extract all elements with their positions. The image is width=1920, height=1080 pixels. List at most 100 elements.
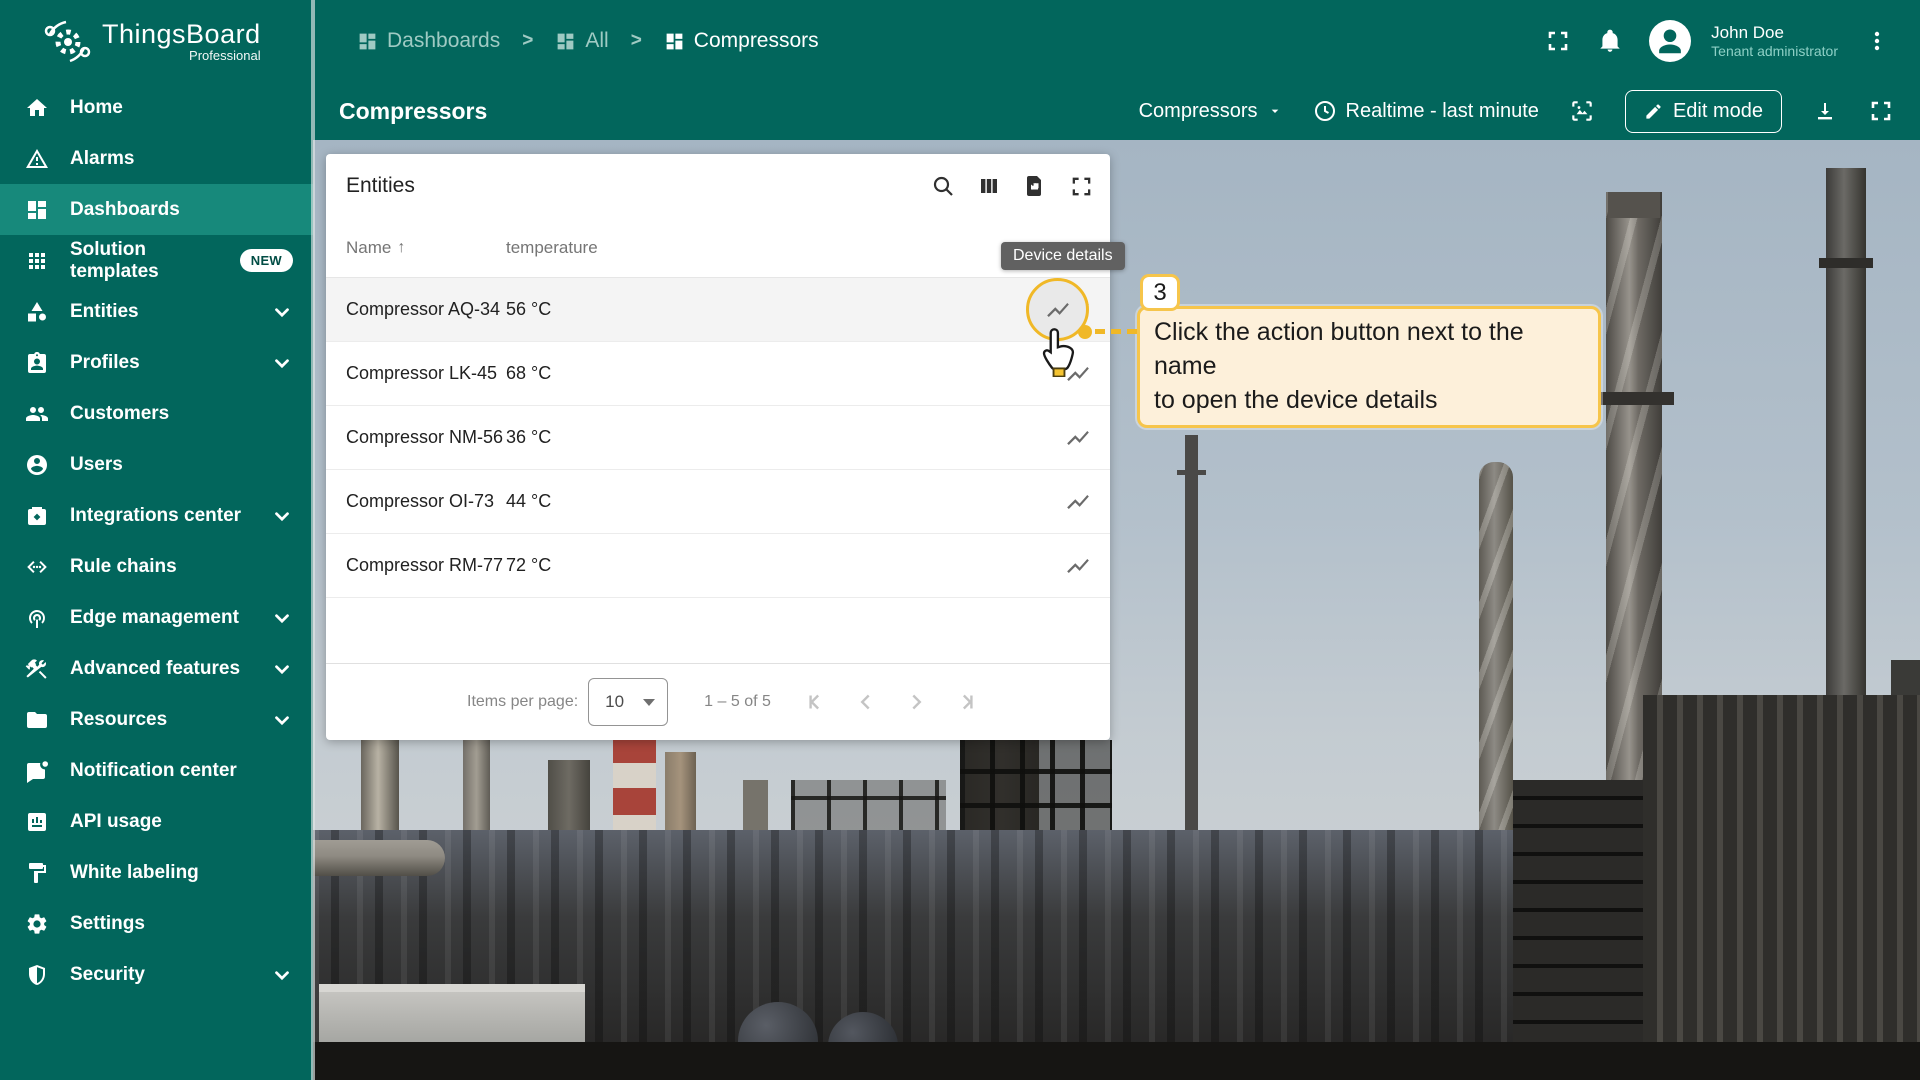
sidebar-item-label: Profiles xyxy=(70,352,140,374)
sidebar-item-label: Dashboards xyxy=(70,199,180,221)
download-icon xyxy=(1813,99,1837,123)
chart-line-icon xyxy=(1065,425,1091,451)
download-dashboard-button[interactable] xyxy=(1812,98,1838,124)
user-avatar[interactable] xyxy=(1649,20,1691,62)
temperature-cell: 36 °C xyxy=(506,427,551,448)
sidebar-item-label: Entities xyxy=(70,301,139,323)
more-menu-button[interactable] xyxy=(1864,28,1890,54)
breadcrumb-separator: > xyxy=(631,30,642,52)
sidebar-item-home[interactable]: Home xyxy=(0,82,313,133)
device-details-action-button[interactable] xyxy=(1058,482,1098,522)
table-row[interactable]: Compressor LK-45 68 °C xyxy=(326,342,1110,406)
sidebar-item-api-usage[interactable]: API usage xyxy=(0,796,313,847)
home-icon xyxy=(25,96,49,120)
sidebar-item-integrations-center[interactable]: Integrations center xyxy=(0,490,313,541)
device-details-action-button[interactable] xyxy=(1058,418,1098,458)
shapes-icon xyxy=(25,300,49,324)
pencil-icon xyxy=(1644,102,1663,121)
columns-button[interactable] xyxy=(976,173,1002,199)
previous-page-button[interactable] xyxy=(853,689,879,715)
chevron-right-icon xyxy=(903,689,929,715)
sort-asc-icon: ↑ xyxy=(397,239,405,257)
photo-pipe xyxy=(313,840,445,876)
logo-text: ThingsBoard Professional xyxy=(102,19,261,63)
sidebar-item-notification-center[interactable]: Notification center xyxy=(0,745,313,796)
sidebar-item-resources[interactable]: Resources xyxy=(0,694,313,745)
user-info: John Doe Tenant administrator xyxy=(1711,22,1838,61)
timewindow-button[interactable]: Realtime - last minute xyxy=(1313,99,1539,123)
temperature-cell: 56 °C xyxy=(506,299,551,320)
fullscreen-button[interactable] xyxy=(1545,28,1571,54)
export-button[interactable] xyxy=(1022,173,1048,199)
sidebar-item-label: Resources xyxy=(70,709,167,731)
table-row[interactable]: Compressor AQ-34 56 °C xyxy=(326,278,1110,342)
column-label: Name xyxy=(346,238,391,258)
search-icon xyxy=(931,174,955,198)
thingsboard-logo-icon xyxy=(40,14,94,68)
sidebar-item-rule-chains[interactable]: Rule chains xyxy=(0,541,313,592)
photo-chimney-platform xyxy=(1594,392,1674,405)
column-label: temperature xyxy=(506,238,598,257)
chevron-down-icon xyxy=(643,699,655,706)
widget-actions xyxy=(930,173,1094,199)
device-details-action-button[interactable] xyxy=(1058,546,1098,586)
notifications-button[interactable] xyxy=(1597,28,1623,54)
file-export-icon xyxy=(1023,174,1047,198)
table-row[interactable]: Compressor RM-77 72 °C xyxy=(326,534,1110,598)
more-vert-icon xyxy=(1865,29,1889,53)
last-page-button[interactable] xyxy=(953,689,979,715)
column-header-name[interactable]: Name ↑ xyxy=(326,238,506,258)
sidebar-item-label: Advanced features xyxy=(70,658,240,680)
page-size-select[interactable]: 10 xyxy=(588,678,668,726)
dashboard-fullscreen-button[interactable] xyxy=(1868,98,1894,124)
antenna-icon xyxy=(25,606,49,630)
content-scrollbar[interactable] xyxy=(311,0,315,1080)
sidebar-item-advanced-features[interactable]: Advanced features xyxy=(0,643,313,694)
first-page-button[interactable] xyxy=(803,689,829,715)
temperature-cell: 68 °C xyxy=(506,363,551,384)
photo-structures-right xyxy=(1643,695,1920,1080)
sidebar-item-entities[interactable]: Entities xyxy=(0,286,313,337)
sidebar-item-alarms[interactable]: Alarms xyxy=(0,133,313,184)
breadcrumb-compressors[interactable]: Compressors xyxy=(664,29,819,53)
dashboard-icon xyxy=(25,198,49,222)
edit-mode-button[interactable]: Edit mode xyxy=(1625,90,1782,133)
sidebar-item-solution-templates[interactable]: Solution templates NEW xyxy=(0,235,313,286)
logo[interactable]: ThingsBoard Professional xyxy=(0,14,313,68)
sidebar-item-dashboards[interactable]: Dashboards xyxy=(0,184,313,235)
breadcrumb-dashboards[interactable]: Dashboards xyxy=(357,29,500,53)
dashboard-toolbar-actions: Compressors Realtime - last minute Edit … xyxy=(1139,90,1894,133)
sidebar-item-settings[interactable]: Settings xyxy=(0,898,313,949)
sidebar-item-edge-management[interactable]: Edge management xyxy=(0,592,313,643)
person-icon xyxy=(1649,20,1691,62)
chevron-down-icon xyxy=(271,505,293,527)
sidebar-item-customers[interactable]: Customers xyxy=(0,388,313,439)
breadcrumb-all[interactable]: All xyxy=(555,29,608,53)
dashboard-state-select[interactable]: Compressors xyxy=(1139,100,1283,123)
step-number-badge: 3 xyxy=(1140,274,1180,311)
breadcrumb-label: All xyxy=(585,29,608,53)
widget-header: Entities xyxy=(326,154,1110,218)
shield-icon xyxy=(25,963,49,987)
sidebar-item-white-labeling[interactable]: White labeling xyxy=(0,847,313,898)
sidebar-item-users[interactable]: Users xyxy=(0,439,313,490)
cursor-pointer-icon xyxy=(1038,327,1080,382)
widget-fullscreen-button[interactable] xyxy=(1068,173,1094,199)
next-page-button[interactable] xyxy=(903,689,929,715)
table-row[interactable]: Compressor NM-56 36 °C xyxy=(326,406,1110,470)
page-range-label: 1 – 5 of 5 xyxy=(704,693,771,711)
table-row[interactable]: Compressor OI-73 44 °C xyxy=(326,470,1110,534)
dashboard-icon xyxy=(555,31,576,52)
sidebar-item-security[interactable]: Security xyxy=(0,949,313,1000)
sidebar-item-profiles[interactable]: Profiles xyxy=(0,337,313,388)
table-paginator: Items per page: 10 1 – 5 of 5 xyxy=(326,663,1110,740)
gear-icon xyxy=(25,912,49,936)
column-header-temperature[interactable]: temperature xyxy=(506,238,598,258)
chevron-down-icon xyxy=(271,964,293,986)
breadcrumb-separator: > xyxy=(522,30,533,52)
warning-icon xyxy=(25,147,49,171)
dashboard-image-button[interactable] xyxy=(1569,98,1595,124)
rule-chain-icon xyxy=(25,555,49,579)
chevron-down-icon xyxy=(271,352,293,374)
search-button[interactable] xyxy=(930,173,956,199)
